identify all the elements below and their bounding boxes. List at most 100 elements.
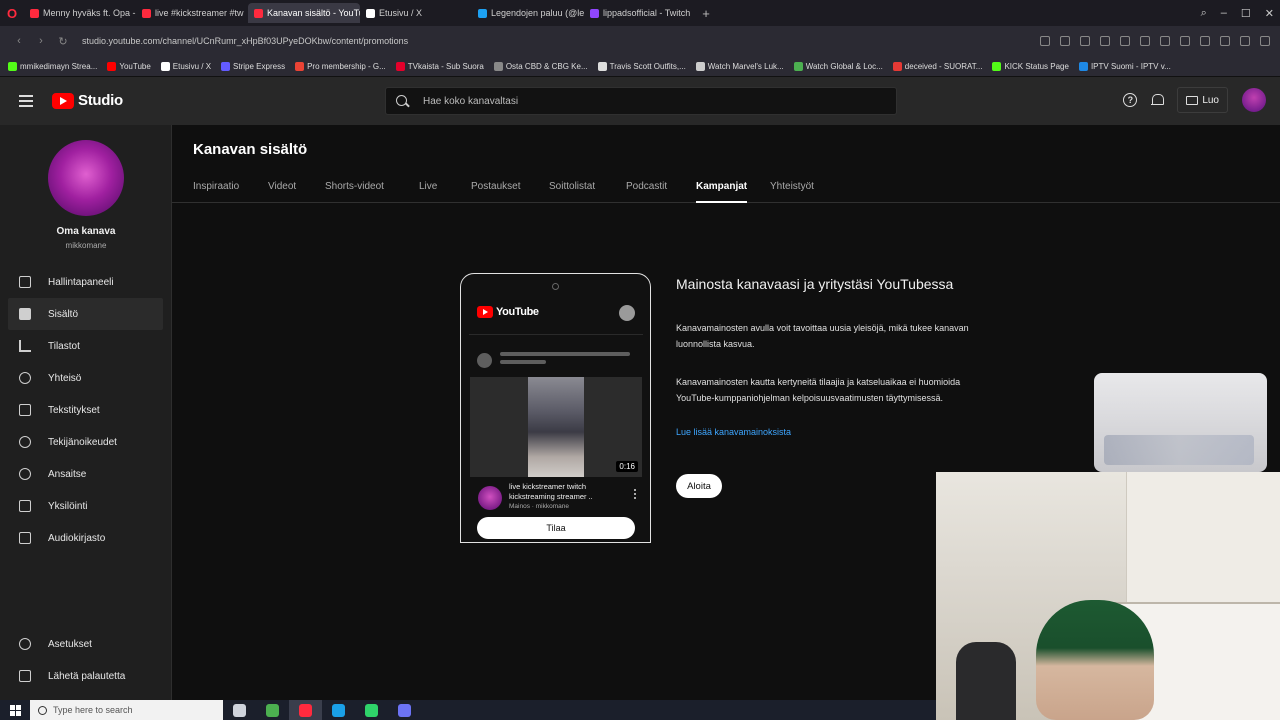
bookmark-item[interactable]: Watch Marvel's Luk... — [695, 61, 784, 71]
shield-icon[interactable] — [1080, 36, 1090, 46]
search-box[interactable] — [385, 87, 897, 115]
tab-playlists[interactable]: Soittolistat — [549, 181, 595, 203]
tab-title: Kanavan sisältö - YouTub — [267, 8, 360, 18]
dashboard-icon — [19, 276, 31, 288]
profile-icon[interactable] — [1260, 36, 1270, 46]
bookmark-item[interactable]: TVkaista - Sub Suora — [395, 61, 484, 71]
bookmark-label: Stripe Express — [233, 61, 286, 71]
url-field[interactable]: studio.youtube.com/channel/UCnRumr_xHpBf… — [82, 36, 408, 46]
sidebar-item-community[interactable]: Yhteisö — [8, 362, 163, 394]
browser-tab[interactable]: lippadsofficial - Twitch — [584, 3, 696, 23]
opera-logo-icon[interactable]: O — [0, 0, 24, 26]
bookmark-item[interactable]: mmikedimayn Strea... — [8, 61, 97, 71]
sidebar-item-label: Tilastot — [48, 340, 80, 352]
tab-inspiration[interactable]: Inspiraatio — [193, 181, 239, 203]
play-icon[interactable] — [1140, 36, 1150, 46]
tab-posts[interactable]: Postaukset — [471, 181, 520, 203]
taskbar-app-opera[interactable] — [289, 700, 322, 720]
taskbar-search[interactable]: Type here to search — [30, 700, 223, 720]
sidebar-item-customization[interactable]: Yksilöinti — [8, 490, 163, 522]
sidebar-item-label: Asetukset — [48, 638, 92, 650]
bookmark-label: TVkaista - Sub Suora — [407, 61, 484, 71]
minimize-icon[interactable]: – — [1221, 7, 1227, 19]
browser-tab[interactable]: Etusivu / X — [360, 3, 472, 23]
back-icon[interactable]: ‹ — [8, 35, 30, 47]
tab-live[interactable]: Live — [419, 181, 437, 203]
notifications-icon[interactable] — [1151, 93, 1165, 107]
bookmark-item[interactable]: KICK Status Page — [992, 61, 1069, 71]
bookmark-item[interactable]: Pro membership - G... — [295, 61, 386, 71]
bookmark-favicon-icon — [295, 61, 305, 71]
extension-icon[interactable] — [1100, 36, 1110, 46]
browser-tab-active[interactable]: Kanavan sisältö - YouTub — [248, 3, 360, 23]
heart-icon[interactable] — [1160, 36, 1170, 46]
browser-tab[interactable]: Menny hyväks ft. Opa - Y — [24, 3, 136, 23]
sidebar-item-settings[interactable]: Asetukset — [8, 628, 163, 660]
bookmark-label: IPTV Suomi - IPTV v... — [1090, 61, 1171, 71]
start-button[interactable]: Aloita — [676, 474, 722, 498]
search-input[interactable] — [423, 95, 863, 107]
bookmark-item[interactable]: YouTube — [107, 61, 151, 71]
bookmark-item[interactable]: deceived - SUORAT... — [892, 61, 983, 71]
wallet-icon[interactable] — [1220, 36, 1230, 46]
taskbar-app-discord[interactable] — [388, 700, 421, 720]
create-button[interactable]: Luo — [1177, 87, 1228, 113]
tab-videos[interactable]: Videot — [268, 181, 296, 203]
forward-icon[interactable]: › — [30, 35, 52, 47]
bookmark-item[interactable]: Stripe Express — [221, 61, 286, 71]
opera-icon — [299, 703, 312, 717]
cube-icon[interactable] — [1120, 36, 1130, 46]
browser-tab[interactable]: Legendojen paluu (@lege — [472, 3, 584, 23]
tab-shorts[interactable]: Shorts-videot — [325, 181, 384, 203]
sidebar-item-content[interactable]: Sisältö — [8, 298, 163, 330]
edit-icon[interactable] — [1040, 36, 1050, 46]
sidebar-item-subtitles[interactable]: Tekstitykset — [8, 394, 163, 426]
windows-start-icon[interactable] — [0, 700, 30, 720]
thumbnail-image — [528, 377, 584, 477]
youtube-play-icon — [52, 92, 74, 109]
download-icon[interactable] — [1180, 36, 1190, 46]
help-icon[interactable]: ? — [1123, 93, 1138, 107]
tab-collaborations[interactable]: Yhteistyöt — [770, 181, 814, 203]
windows-taskbar: Type here to search — [0, 700, 936, 720]
channel-avatar[interactable] — [48, 140, 124, 216]
search-tabs-icon[interactable]: ⌕ — [1201, 7, 1207, 20]
taskbar-app-app-green[interactable] — [355, 700, 388, 720]
bookmark-label: deceived - SUORAT... — [904, 61, 983, 71]
bookmark-label: Watch Marvel's Luk... — [707, 61, 784, 71]
bookmark-item[interactable]: IPTV Suomi - IPTV v... — [1078, 61, 1171, 71]
browser-tab[interactable]: live #kickstreamer #tw — [136, 3, 248, 23]
learn-more-link[interactable]: Lue lisää kanavamainoksista — [676, 427, 791, 437]
sidebar-item-copyright[interactable]: Tekijänoikeudet — [8, 426, 163, 458]
webcam-overlay — [936, 472, 1280, 720]
taskbar-app-edge[interactable] — [322, 700, 355, 720]
bookmark-favicon-icon — [793, 61, 803, 71]
aria-icon[interactable] — [1240, 36, 1250, 46]
sidebar-item-dashboard[interactable]: Hallintapaneeli — [8, 266, 163, 298]
divider — [469, 334, 643, 335]
camera-icon[interactable] — [1060, 36, 1070, 46]
bookmark-item[interactable]: Osta CBD & CBG Ke... — [493, 61, 588, 71]
task-view-icon — [233, 703, 246, 717]
maximize-icon[interactable]: ☐ — [1241, 7, 1251, 20]
bookmark-item[interactable]: Etusivu / X — [160, 61, 211, 71]
close-icon[interactable]: ✕ — [1265, 7, 1274, 20]
taskbar-app-task-view[interactable] — [223, 700, 256, 720]
tab-favicon-icon — [366, 8, 375, 18]
taskbar-app-chrome[interactable] — [256, 700, 289, 720]
studio-logo[interactable]: Studio — [52, 92, 123, 109]
menu-icon[interactable] — [1200, 36, 1210, 46]
reload-icon[interactable]: ↻ — [52, 35, 74, 48]
bookmark-item[interactable]: Watch Global & Loc... — [793, 61, 883, 71]
sidebar-item-feedback[interactable]: Lähetä palautetta — [8, 660, 163, 692]
bookmark-item[interactable]: Travis Scott Outfits,... — [597, 61, 686, 71]
new-tab-icon[interactable]: + — [696, 6, 716, 21]
menu-icon[interactable] — [19, 95, 33, 107]
tab-podcasts[interactable]: Podcastit — [626, 181, 667, 203]
sidebar-item-analytics[interactable]: Tilastot — [8, 330, 163, 362]
sidebar-item-earn[interactable]: Ansaitse — [8, 458, 163, 490]
promo-phone-illustration: YouTube 0:16 live kickstreamer twitch ki… — [460, 273, 651, 543]
sidebar-item-audio-library[interactable]: Audiokirjasto — [8, 522, 163, 554]
tab-promotions[interactable]: Kampanjat — [696, 181, 748, 203]
account-avatar[interactable] — [1242, 88, 1266, 112]
